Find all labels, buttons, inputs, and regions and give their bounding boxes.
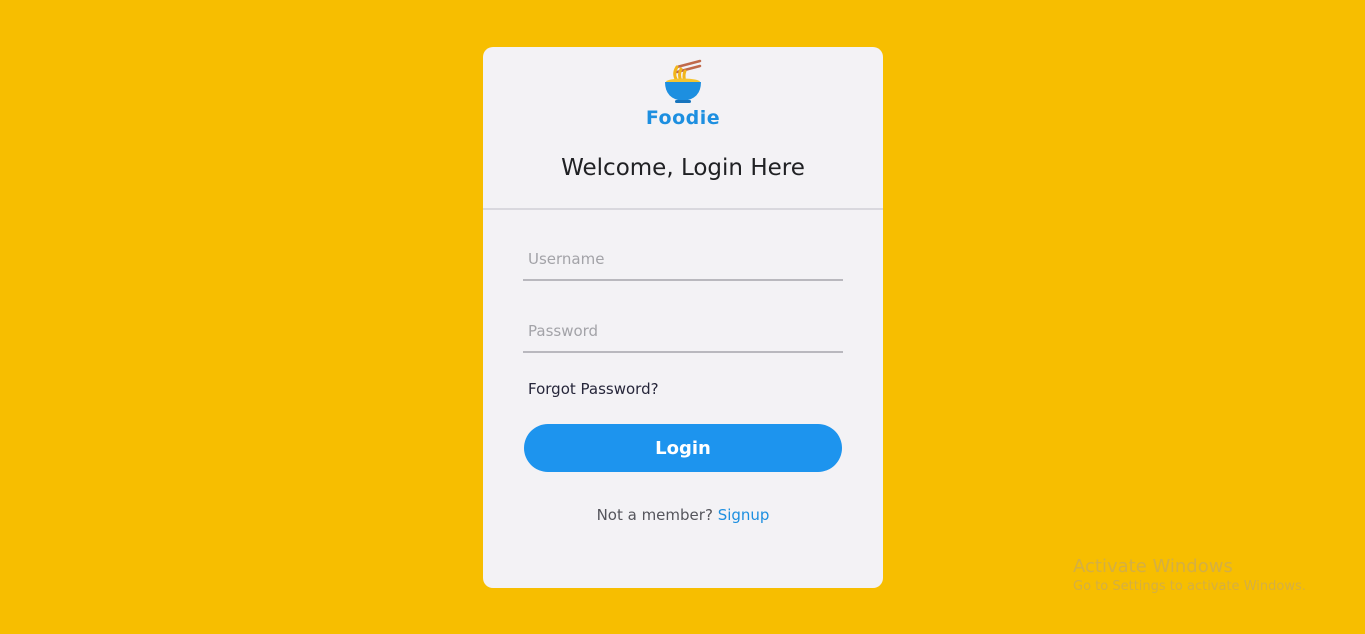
activation-watermark: Activate Windows Go to Settings to activ… — [1073, 556, 1306, 594]
signup-prompt: Not a member? — [596, 506, 713, 524]
watermark-title: Activate Windows — [1073, 556, 1233, 577]
card-header: Foodie Welcome, Login Here — [483, 47, 883, 210]
signup-row: Not a member? Signup — [483, 506, 883, 524]
login-button[interactable]: Login — [524, 424, 842, 472]
password-input[interactable] — [523, 311, 843, 351]
brand-name: Foodie — [645, 107, 721, 129]
username-input[interactable] — [523, 239, 843, 279]
login-card: Foodie Welcome, Login Here Forgot Passwo… — [483, 47, 883, 588]
signup-link[interactable]: Signup — [718, 506, 770, 524]
page-title: Welcome, Login Here — [561, 155, 805, 181]
username-field — [523, 239, 843, 281]
forgot-password-link[interactable]: Forgot Password? — [528, 380, 659, 398]
password-field — [523, 311, 843, 353]
watermark-subtitle: Go to Settings to activate Windows. — [1073, 579, 1306, 594]
noodle-bowl-icon — [665, 59, 702, 103]
logo — [483, 59, 883, 105]
